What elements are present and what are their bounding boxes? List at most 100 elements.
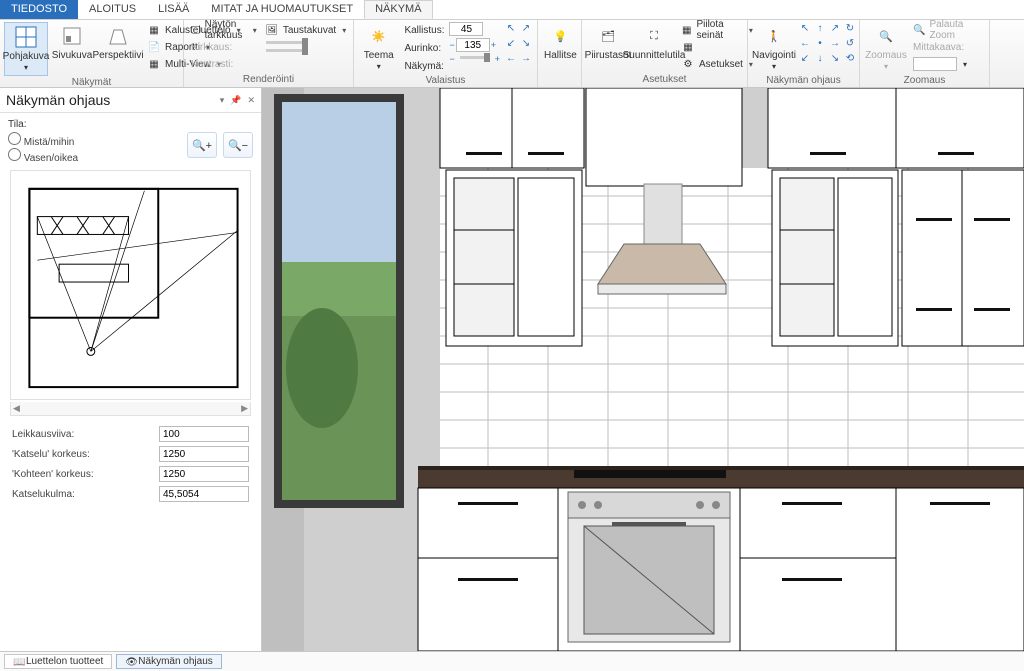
eye-icon: 👁 (125, 657, 135, 667)
reset-zoom-icon: 🔍 (913, 23, 925, 37)
tilt-row: Kallistus: (401, 22, 447, 38)
design-mode-button[interactable]: ⛶ Suunnittelutila (632, 22, 676, 63)
grid-icon-btn[interactable]: ▦ (678, 39, 756, 55)
perspective-icon (106, 24, 130, 48)
tilt-input[interactable] (449, 22, 483, 36)
nav-nw-icon[interactable]: ↖ (798, 22, 812, 36)
walls-icon: ▦ (681, 23, 692, 37)
manage-button[interactable]: 💡 Hallitse (542, 22, 579, 63)
side-view-button[interactable]: Sivukuva (50, 22, 94, 63)
panel-title: Näkymän ohjaus (6, 92, 110, 108)
navigate-button[interactable]: 🚶 Navigointi ▾ (752, 22, 796, 74)
arrow-nw-icon[interactable]: ↖ (504, 22, 518, 36)
sun-plus[interactable]: + (491, 40, 496, 50)
arrow-sw-icon[interactable]: ↙ (504, 37, 518, 51)
contrast-label: Kontrasti: (188, 56, 260, 72)
main-area: Näkymän ohjaus ▾ 📌 ✕ Tila: Mistä/mihin V… (0, 88, 1024, 651)
nav-right-icon[interactable]: → (828, 37, 842, 51)
nav-ccw-icon[interactable]: ↺ (843, 37, 857, 51)
arrow-left-icon[interactable]: ← (504, 52, 518, 66)
side-panel: Näkymän ohjaus ▾ 📌 ✕ Tila: Mistä/mihin V… (0, 88, 262, 651)
nav-cw-icon[interactable]: ↻ (843, 22, 857, 36)
arrow-ne-icon[interactable]: ↗ (519, 22, 533, 36)
plan-view-button[interactable]: Pohjakuva ▾ (4, 22, 48, 76)
plan-hscroll[interactable]: ◀▶ (10, 402, 251, 416)
scale-input[interactable] (913, 57, 957, 71)
group-navigate: 🚶 Navigointi ▾ ↖ ↑ ↗ ↻ ← • → ↺ ↙ ↓ ↘ ⟲ N… (748, 20, 860, 87)
view-plus[interactable]: + (495, 54, 500, 64)
target-height-input[interactable] (159, 466, 249, 482)
perspective-view-button[interactable]: Perspektiivi (96, 22, 140, 63)
view-angle-input[interactable] (159, 486, 249, 502)
person-icon: 🚶 (762, 24, 786, 48)
tab-measure[interactable]: MITAT JA HUOMAUTUKSET (200, 0, 364, 19)
ribbon: Pohjakuva ▾ Sivukuva Perspektiivi ▦Kalus… (0, 20, 1024, 88)
bottom-tab-view-control[interactable]: 👁Näkymän ohjaus (116, 654, 221, 669)
nav-left-icon[interactable]: ← (798, 37, 812, 51)
view-slider[interactable] (460, 56, 490, 59)
sun-minus[interactable]: − (449, 40, 454, 50)
f4-label: Katselukulma: (12, 489, 75, 500)
mode-radio-2[interactable]: Vasen/oikea (8, 148, 78, 164)
bulb-icon: 💡 (548, 24, 572, 48)
layers-icon: 🗂 (596, 24, 620, 48)
scale-dropdown[interactable]: ▾ (910, 56, 985, 72)
nav-ne-icon[interactable]: ↗ (828, 22, 842, 36)
panel-close-icon[interactable]: ✕ (247, 95, 255, 106)
group-views: Pohjakuva ▾ Sivukuva Perspektiivi ▦Kalus… (0, 20, 184, 87)
backgrounds-button[interactable]: 🖼Taustakuvat (262, 22, 349, 38)
zoom-in-button[interactable]: 🔍+ (187, 132, 217, 158)
arrow-right-icon[interactable]: → (519, 52, 533, 66)
arrow-se-icon[interactable]: ↘ (519, 37, 533, 51)
tab-strip: TIEDOSTO ALOITUS LISÄÄ MITAT JA HUOMAUTU… (0, 0, 1024, 20)
reset-zoom-button: 🔍Palauta Zoom (910, 22, 985, 38)
nav-se-icon[interactable]: ↘ (828, 52, 842, 66)
3d-viewport[interactable] (262, 88, 1024, 651)
gear-icon: ⚙ (681, 57, 695, 71)
mode-radio-1[interactable]: Mistä/mihin (8, 132, 78, 148)
settings-button[interactable]: ⚙Asetukset (678, 56, 756, 72)
panel-menu-icon[interactable]: ▾ (220, 95, 225, 106)
cut-line-input[interactable] (159, 426, 249, 442)
view-minus[interactable]: − (449, 54, 454, 64)
quality-button[interactable]: 🖵Näytön tarkkuus (188, 22, 260, 38)
tab-home[interactable]: ALOITUS (78, 0, 147, 19)
nav-center-icon[interactable]: • (813, 37, 827, 51)
plan-preview[interactable] (10, 170, 251, 400)
zoom-out-button[interactable]: 🔍− (223, 132, 253, 158)
list-icon: ▦ (147, 23, 161, 37)
nav-up-icon[interactable]: ↑ (813, 22, 827, 36)
theme-button[interactable]: ☀️ Teema ▾ (358, 22, 399, 74)
grid2-icon: ▦ (681, 40, 695, 54)
sun-row: Aurinko: (401, 40, 447, 56)
group-settings-label: Asetukset (586, 73, 743, 87)
panel-pin-icon[interactable]: 📌 (230, 95, 241, 106)
group-render-label: Renderöinti (188, 73, 349, 87)
zoom-in-icon: 🔍+ (192, 139, 212, 152)
hide-walls-button[interactable]: ▦Piilota seinät (678, 22, 756, 38)
sun-input[interactable] (456, 38, 490, 52)
panel-header: Näkymän ohjaus ▾ 📌 ✕ (0, 88, 261, 113)
f1-label: Leikkausviiva: (12, 429, 74, 440)
nav-sw-icon[interactable]: ↙ (798, 52, 812, 66)
contrast-slider[interactable] (266, 49, 308, 52)
nav-arrow-grid: ↖ ↑ ↗ ↻ ← • → ↺ ↙ ↓ ↘ ⟲ (798, 22, 857, 66)
f2-label: 'Katselu' korkeus: (12, 449, 90, 460)
tab-insert[interactable]: LISÄÄ (147, 0, 200, 19)
nav-reset-icon[interactable]: ⟲ (843, 52, 857, 66)
bottom-tab-products[interactable]: 📖Luettelon tuotteet (4, 654, 112, 669)
bottom-tab-strip: 📖Luettelon tuotteet 👁Näkymän ohjaus (0, 651, 1024, 671)
monitor-icon: 🖵 (191, 23, 201, 37)
nav-down-icon[interactable]: ↓ (813, 52, 827, 66)
sun-icon: ☀️ (367, 24, 391, 48)
group-manage: 💡 Hallitse (538, 20, 582, 87)
view-row: Näkymä: (401, 58, 447, 74)
tab-file[interactable]: TIEDOSTO (0, 0, 78, 19)
f3-label: 'Kohteen' korkeus: (12, 469, 94, 480)
eye-height-input[interactable] (159, 446, 249, 462)
side-icon (60, 24, 84, 48)
brightness-slider[interactable] (266, 41, 308, 44)
tab-view[interactable]: NÄKYMÄ (364, 0, 432, 19)
zoom-button: 🔍 Zoomaus ▾ (864, 22, 908, 74)
book-icon: 📖 (13, 657, 23, 667)
